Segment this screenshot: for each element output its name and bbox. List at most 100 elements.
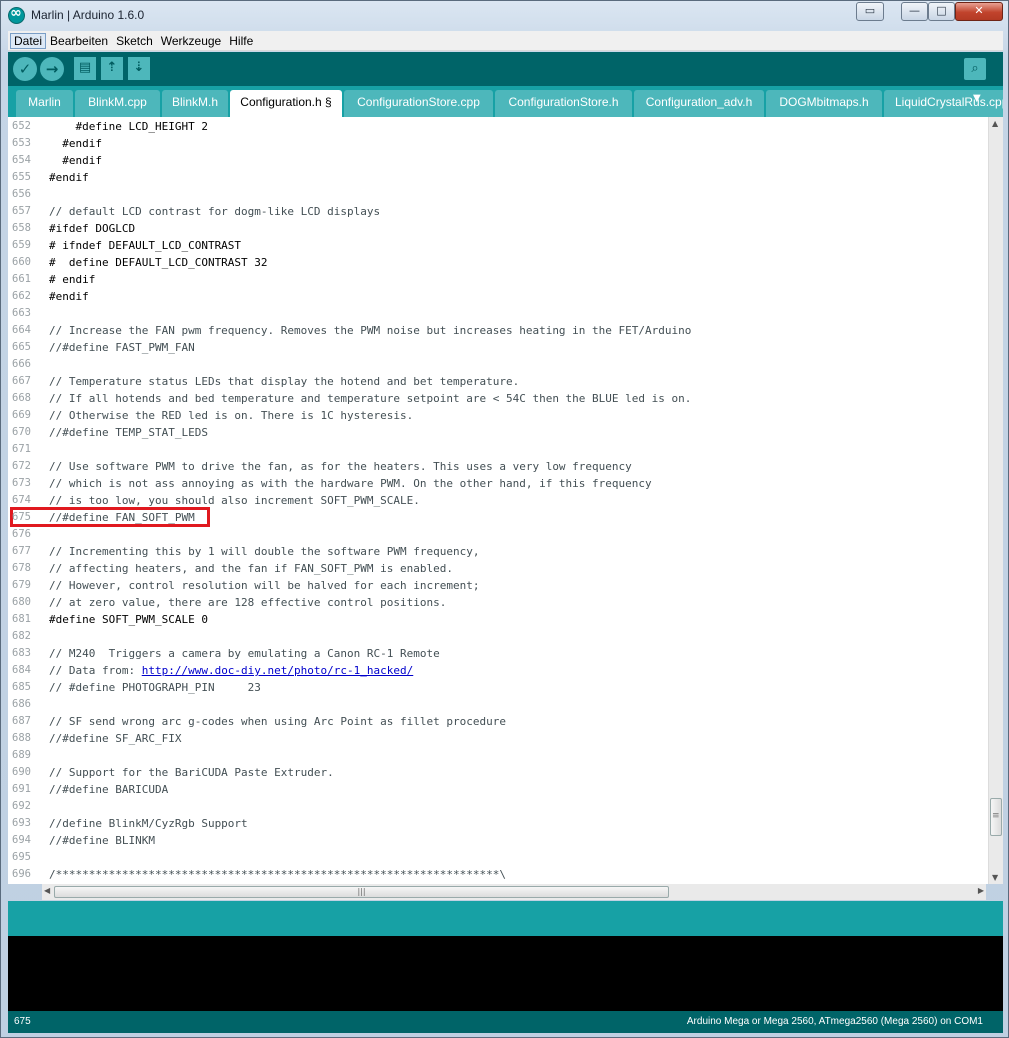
scroll-right-icon[interactable]: ▶ [978,886,984,895]
code-line[interactable]: 687 // SF send wrong arc g-codes when usi… [8,713,988,730]
code-line[interactable]: 689 [8,747,988,764]
window-title: Marlin | Arduino 1.6.0 [31,8,145,22]
code-line[interactable]: 659 # ifndef DEFAULT_LCD_CONTRAST [8,237,988,254]
tab-marlin[interactable]: Marlin [16,90,73,117]
code-text: //#define TEMP_STAT_LEDS [49,426,208,439]
menu-werkzeuge[interactable]: Werkzeuge [157,33,225,49]
code-line[interactable]: 655 #endif [8,169,988,186]
tab-blinkm-cpp[interactable]: BlinkM.cpp [75,90,160,117]
close-button[interactable]: ✕ [955,2,1003,21]
code-line[interactable]: 668 // If all hotends and bed temperature… [8,390,988,407]
console-output[interactable] [8,936,1003,1011]
code-line[interactable]: 656 [8,186,988,203]
code-line[interactable]: 678 // affecting heaters, and the fan if … [8,560,988,577]
extra-window-button[interactable]: ▭ [856,2,884,21]
code-line[interactable]: 677 // Incrementing this by 1 will double… [8,543,988,560]
code-line[interactable]: 660 # define DEFAULT_LCD_CONTRAST 32 [8,254,988,271]
menu-hilfe[interactable]: Hilfe [225,33,257,49]
code-link[interactable]: http://www.doc-diy.net/photo/rc-1_hacked… [142,664,414,677]
vertical-scrollbar[interactable]: ▲ ≡ ▼ [988,117,1003,884]
tab-configuration-h[interactable]: Configuration.h § [230,90,342,117]
tab-blinkm-h[interactable]: BlinkM.h [162,90,228,117]
vertical-scroll-thumb[interactable]: ≡ [990,798,1002,836]
maximize-button[interactable]: □ [928,2,955,21]
code-line[interactable]: 658 #ifdef DOGLCD [8,220,988,237]
code-line[interactable]: 696 /************************************… [8,866,988,883]
code-line[interactable]: 680 // at zero value, there are 128 effec… [8,594,988,611]
code-line[interactable]: 691 //#define BARICUDA [8,781,988,798]
line-number: 684 [12,664,31,676]
code-line[interactable]: 670 //#define TEMP_STAT_LEDS [8,424,988,441]
code-text: //#define BLINKM [49,834,155,847]
tab-configurationstore-h[interactable]: ConfigurationStore.h [495,90,632,117]
minimize-button[interactable]: — [901,2,928,21]
code-line[interactable]: 661 # endif [8,271,988,288]
scroll-up-icon[interactable]: ▲ [992,119,998,128]
toolbar: ✓ → ▤ ⇡ ⇣ ⌕ [8,52,1003,86]
line-number: 686 [12,698,31,710]
tab-liquidcrystalrus-cpp[interactable]: LiquidCrystalRus.cpp [884,90,1003,117]
code-line[interactable]: 667 // Temperature status LEDs that displ… [8,373,988,390]
serial-monitor-icon[interactable]: ⌕ [964,58,986,80]
open-sketch-icon[interactable]: ⇡ [101,57,123,80]
code-line[interactable]: 664 // Increase the FAN pwm frequency. Re… [8,322,988,339]
tab-dogmbitmaps-h[interactable]: DOGMbitmaps.h [766,90,882,117]
save-sketch-icon[interactable]: ⇣ [128,57,150,80]
code-line[interactable]: 679 // However, control resolution will b… [8,577,988,594]
line-number: 681 [12,613,31,625]
verify-icon[interactable]: ✓ [13,57,37,81]
scroll-left-icon[interactable]: ◀ [44,886,50,895]
code-line[interactable]: 663 [8,305,988,322]
tab-configurationstore-cpp[interactable]: ConfigurationStore.cpp [344,90,493,117]
title-bar[interactable]: Marlin | Arduino 1.6.0 ▭ — □ ✕ [1,1,1008,31]
upload-icon[interactable]: → [40,57,64,81]
code-line[interactable]: 682 [8,628,988,645]
line-number: 687 [12,715,31,727]
code-line[interactable]: 675 //#define FAN_SOFT_PWM [8,509,988,526]
code-line[interactable]: 681 #define SOFT_PWM_SCALE 0 [8,611,988,628]
code-line[interactable]: 685 // #define PHOTOGRAPH_PIN 23 [8,679,988,696]
line-number: 654 [12,154,31,166]
code-line[interactable]: 666 [8,356,988,373]
code-line[interactable]: 654 #endif [8,152,988,169]
code-line[interactable]: 692 [8,798,988,815]
current-line-number: 675 [14,1016,31,1027]
code-line[interactable]: 665 //#define FAST_PWM_FAN [8,339,988,356]
code-line[interactable]: 669 // Otherwise the RED led is on. There… [8,407,988,424]
line-number: 688 [12,732,31,744]
code-line[interactable]: 684 // Data from: http://www.doc-diy.net/… [8,662,988,679]
menu-sketch[interactable]: Sketch [112,33,157,49]
line-number: 690 [12,766,31,778]
code-line[interactable]: 683 // M240 Triggers a camera by emulatin… [8,645,988,662]
horizontal-scrollbar[interactable]: ◀ ||| ▶ [42,884,986,900]
code-text: #endif [49,137,102,150]
code-line[interactable]: 662 #endif [8,288,988,305]
scroll-down-icon[interactable]: ▼ [992,873,998,882]
code-line[interactable]: 653 #endif [8,135,988,152]
code-line[interactable]: 676 [8,526,988,543]
code-line[interactable]: 688 //#define SF_ARC_FIX [8,730,988,747]
code-line[interactable]: 672 // Use software PWM to drive the fan,… [8,458,988,475]
line-number: 689 [12,749,31,761]
code-line[interactable]: 671 [8,441,988,458]
code-text: # ifndef DEFAULT_LCD_CONTRAST [49,239,242,252]
code-editor[interactable]: 652 #define LCD_HEIGHT 2 653 #endif 654 #e… [8,117,988,884]
tab-configuration-adv-h[interactable]: Configuration_adv.h [634,90,764,117]
tab-menu-icon[interactable]: ▼ [973,93,985,109]
code-line[interactable]: 690 // Support for the BariCUDA Paste Ext… [8,764,988,781]
menu-datei[interactable]: Datei [10,32,47,49]
code-line[interactable]: 686 [8,696,988,713]
code-line[interactable]: 694 //#define BLINKM [8,832,988,849]
code-text: // #define PHOTOGRAPH_PIN 23 [49,681,261,694]
code-line[interactable]: 695 [8,849,988,866]
new-sketch-icon[interactable]: ▤ [74,57,96,80]
code-line[interactable]: 674 // is too low, you should also increm… [8,492,988,509]
menu-bearbeiten[interactable]: Bearbeiten [46,33,112,49]
horizontal-scroll-thumb[interactable]: ||| [54,886,669,898]
line-number: 673 [12,477,31,489]
code-line[interactable]: 657 // default LCD contrast for dogm-like… [8,203,988,220]
code-text: //#define FAST_PWM_FAN [49,341,195,354]
code-line[interactable]: 673 // which is not ass annoying as with … [8,475,988,492]
code-line[interactable]: 652 #define LCD_HEIGHT 2 [8,118,988,135]
code-line[interactable]: 693 //define BlinkM/CyzRgb Support [8,815,988,832]
